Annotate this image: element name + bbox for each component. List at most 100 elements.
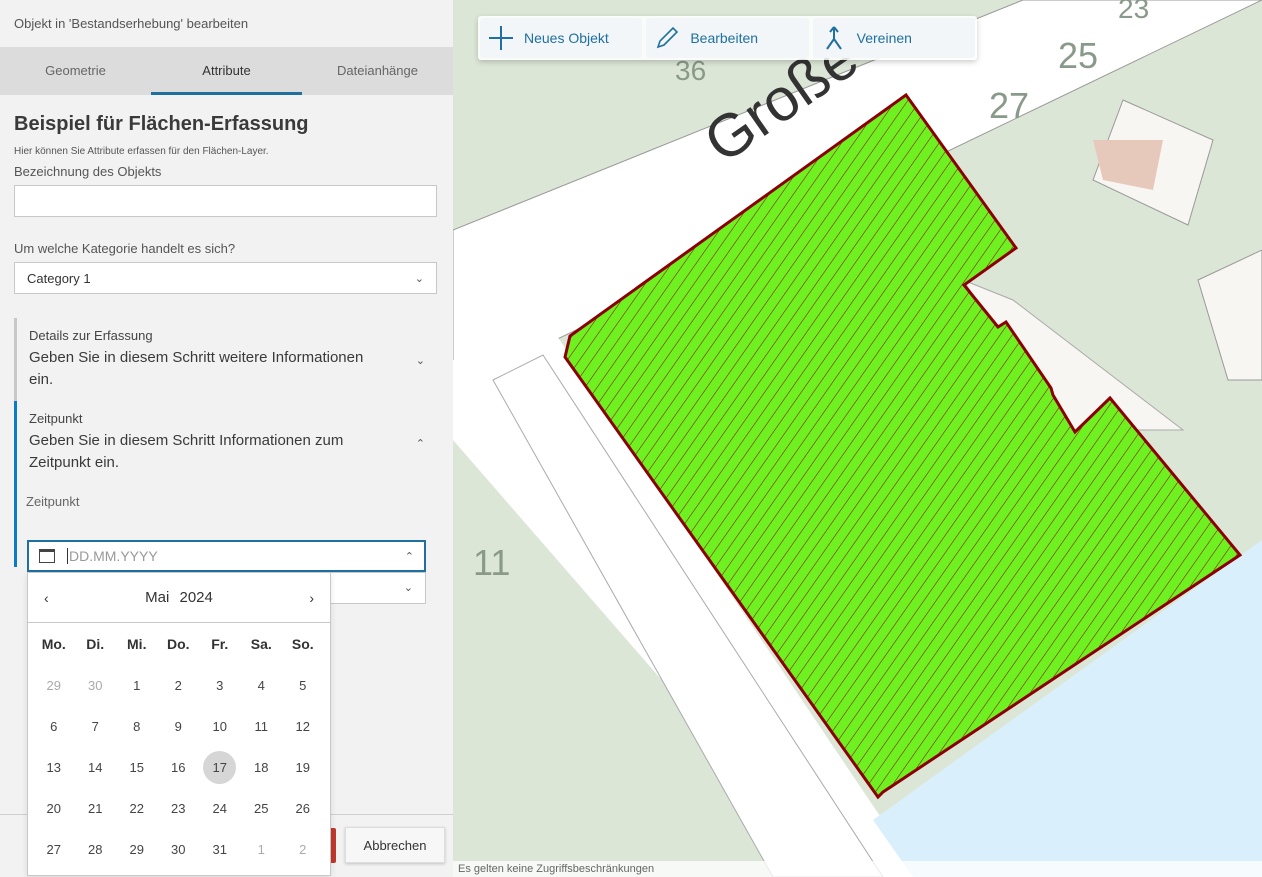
- day-number: 30: [88, 678, 103, 693]
- calendar-day[interactable]: 18: [241, 747, 283, 788]
- tab-attribute[interactable]: Attribute: [151, 47, 302, 95]
- day-number: 25: [254, 801, 269, 816]
- day-number: 30: [171, 842, 186, 857]
- calendar-day[interactable]: 2: [282, 829, 324, 870]
- chevron-up-icon[interactable]: ⌃: [416, 437, 425, 450]
- weekday-header: Do.: [166, 636, 190, 652]
- calendar-day[interactable]: 14: [75, 747, 117, 788]
- chevron-down-icon: ⌄: [414, 272, 424, 285]
- day-number: 15: [129, 760, 144, 775]
- calendar-day[interactable]: 29: [33, 665, 75, 706]
- edit-toolbar: Neues Objekt Bearbeiten Vereinen: [478, 16, 977, 60]
- tab-bar: Geometrie Attribute Dateianhänge: [0, 47, 453, 95]
- calendar-day-today[interactable]: 17: [199, 747, 241, 788]
- day-number: 16: [171, 760, 186, 775]
- calendar-day[interactable]: 8: [116, 706, 158, 747]
- calendar-day[interactable]: 20: [33, 788, 75, 829]
- calendar-day[interactable]: 23: [158, 788, 200, 829]
- calendar-day[interactable]: 21: [75, 788, 117, 829]
- house-number: 23: [1118, 0, 1149, 24]
- calendar-day[interactable]: 26: [282, 788, 324, 829]
- calendar-day[interactable]: 13: [33, 747, 75, 788]
- merge-label: Vereinen: [856, 30, 912, 46]
- day-number: 28: [88, 842, 103, 857]
- pencil-icon: [652, 23, 682, 53]
- day-number: 29: [129, 842, 144, 857]
- date-input[interactable]: DD.MM.YYYY ⌃: [27, 540, 426, 572]
- calendar-day[interactable]: 11: [241, 706, 283, 747]
- calendar-day[interactable]: 3: [199, 665, 241, 706]
- chevron-up-icon[interactable]: ⌃: [405, 550, 414, 563]
- day-number: 1: [133, 678, 141, 693]
- edit-button[interactable]: Bearbeiten: [646, 18, 809, 58]
- day-number: 27: [46, 842, 61, 857]
- day-number: 10: [212, 719, 227, 734]
- map-view[interactable]: Große 36 25 27 23 11: [453, 0, 1262, 877]
- category-value: Category 1: [27, 270, 91, 286]
- calendar-day[interactable]: 31: [199, 829, 241, 870]
- calendar-day[interactable]: 19: [282, 747, 324, 788]
- day-number: 24: [212, 801, 227, 816]
- calendar-year[interactable]: 2024: [179, 589, 212, 606]
- calendar-day[interactable]: 1: [241, 829, 283, 870]
- weekday-header: Sa.: [250, 636, 272, 652]
- calendar-day[interactable]: 4: [241, 665, 283, 706]
- section-text: Geben Sie in diesem Schritt Informatione…: [29, 432, 344, 471]
- map-canvas[interactable]: Große 36 25 27 23 11: [453, 0, 1262, 877]
- calendar-day[interactable]: 12: [282, 706, 324, 747]
- calendar-month-year[interactable]: Mai 2024: [142, 589, 216, 606]
- edit-label: Bearbeiten: [690, 30, 759, 46]
- calendar-day[interactable]: 28: [75, 829, 117, 870]
- calendar-day[interactable]: 30: [158, 829, 200, 870]
- chevron-down-icon[interactable]: ⌄: [416, 354, 425, 367]
- merge-button[interactable]: Vereinen: [812, 18, 975, 58]
- tab-dateianhaenge[interactable]: Dateianhänge: [302, 47, 453, 95]
- day-number: 13: [46, 760, 61, 775]
- calendar-day[interactable]: 30: [75, 665, 117, 706]
- day-number: 31: [212, 842, 227, 857]
- merge-icon: [819, 23, 849, 53]
- house-number: 11: [473, 542, 510, 583]
- chevron-left-icon[interactable]: ‹: [44, 590, 49, 606]
- calendar-day[interactable]: 22: [116, 788, 158, 829]
- day-number: 11: [254, 719, 269, 734]
- calendar-day[interactable]: 7: [75, 706, 117, 747]
- chevron-right-icon[interactable]: ›: [309, 590, 314, 606]
- weekday-header: So.: [291, 636, 314, 652]
- form-description: Hier können Sie Attribute erfassen für d…: [14, 146, 269, 157]
- day-number: 17: [203, 751, 237, 784]
- section-details[interactable]: Details zur Erfassung Geben Sie in diese…: [14, 318, 439, 401]
- calendar-day[interactable]: 2: [158, 665, 200, 706]
- day-number: 20: [46, 801, 61, 816]
- section-title: Details zur Erfassung: [29, 328, 153, 343]
- day-number: 7: [91, 719, 99, 734]
- calendar-day[interactable]: 9: [158, 706, 200, 747]
- calendar-icon[interactable]: [39, 549, 55, 563]
- calendar-day[interactable]: 29: [116, 829, 158, 870]
- name-input[interactable]: [14, 185, 437, 217]
- calendar-day[interactable]: 24: [199, 788, 241, 829]
- day-number: 12: [295, 719, 310, 734]
- category-select[interactable]: Category 1 ⌄: [14, 262, 437, 294]
- calendar-day[interactable]: 6: [33, 706, 75, 747]
- day-number: 3: [216, 678, 224, 693]
- cancel-button[interactable]: Abbrechen: [345, 827, 445, 863]
- tab-geometrie[interactable]: Geometrie: [0, 47, 151, 95]
- new-object-button[interactable]: Neues Objekt: [480, 18, 643, 58]
- edit-panel: Objekt in 'Bestandserhebung' bearbeiten …: [0, 0, 453, 877]
- weekday-header: Mo.: [41, 636, 66, 652]
- calendar-day[interactable]: 10: [199, 706, 241, 747]
- calendar-day[interactable]: 1: [116, 665, 158, 706]
- day-number: 1: [257, 842, 265, 857]
- calendar-day[interactable]: 16: [158, 747, 200, 788]
- calendar-day[interactable]: 15: [116, 747, 158, 788]
- calendar-day[interactable]: 27: [33, 829, 75, 870]
- weekday-header: Fr.: [211, 636, 229, 652]
- day-number: 8: [133, 719, 141, 734]
- calendar-day[interactable]: 5: [282, 665, 324, 706]
- calendar-month[interactable]: Mai: [145, 589, 169, 606]
- house-number: 25: [1058, 35, 1098, 76]
- day-number: 23: [171, 801, 186, 816]
- calendar-day[interactable]: 25: [241, 788, 283, 829]
- form-title: Beispiel für Flächen-Erfassung: [14, 113, 309, 135]
